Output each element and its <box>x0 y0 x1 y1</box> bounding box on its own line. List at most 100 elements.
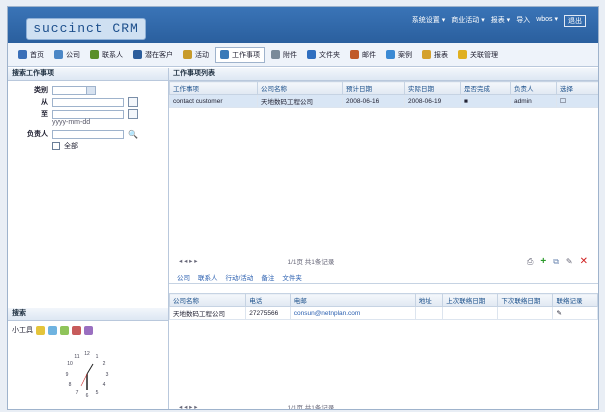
owner-input[interactable] <box>52 129 124 139</box>
column-header[interactable]: 实际日期 <box>404 81 461 95</box>
column-header[interactable]: 预计日期 <box>342 81 405 95</box>
svg-text:5: 5 <box>96 390 99 396</box>
category-label: 类别 <box>34 87 48 94</box>
toolbar-label: 潜在客户 <box>145 51 173 59</box>
toolbar-label: 文件夹 <box>319 51 340 59</box>
detail-tab[interactable]: 文件夹 <box>282 272 302 282</box>
app-logo: succinct CRM <box>26 18 146 40</box>
category-select[interactable] <box>52 85 96 95</box>
column-header[interactable]: 工作事项 <box>169 81 258 95</box>
main-panel: 工作事项列表 工作事项 公司名称 预计日期 实际日期 是否完成 负责人 选择 contact… <box>168 68 598 409</box>
detail-tab[interactable]: 备注 <box>261 272 274 282</box>
contacts-icon <box>90 50 99 59</box>
from-label: 从 <box>41 99 48 106</box>
email-icon <box>350 50 359 59</box>
svg-text:1: 1 <box>96 354 99 360</box>
calendar-tool-icon[interactable] <box>48 325 57 335</box>
column-header[interactable]: 公司名称 <box>168 293 247 307</box>
toolbar-opportunity-button[interactable]: 活动 <box>179 48 213 62</box>
svg-text:6: 6 <box>86 393 89 399</box>
world-tool-icon[interactable] <box>84 325 93 335</box>
detail-tab[interactable]: 联系人 <box>198 272 218 282</box>
edit-icon[interactable]: ✎ <box>566 257 573 266</box>
column-header[interactable]: 负责人 <box>510 81 557 95</box>
toolbar-notes-button[interactable]: 附件 <box>267 48 301 62</box>
add-icon[interactable]: + <box>540 256 546 267</box>
all-checkbox[interactable] <box>52 142 60 150</box>
company-icon <box>54 50 63 59</box>
table-cell: 2008-06-19 <box>404 94 461 108</box>
table-cell <box>497 306 554 320</box>
toolbar-documents-button[interactable]: 文件夹 <box>303 48 344 62</box>
copy-icon[interactable]: ⧉ <box>553 257 559 267</box>
svg-text:2: 2 <box>103 361 106 367</box>
toolbar-home-button[interactable]: 首页 <box>14 48 48 62</box>
table-cell: consun@netnplan.com <box>289 306 416 320</box>
table-cell: 27275566 <box>245 306 291 320</box>
toolbar-cases-button[interactable]: 案例 <box>382 48 416 62</box>
toolbar-label: 附件 <box>283 51 297 59</box>
clock-tool-icon[interactable] <box>72 325 81 335</box>
table-row[interactable]: contact customer 天地数码工程公司 2008-06-16 2008-0… <box>169 94 598 108</box>
toolbar-label: 公司 <box>66 51 80 59</box>
leads-icon <box>133 50 142 59</box>
calendar-icon[interactable] <box>128 109 138 119</box>
column-header[interactable]: 公司名称 <box>257 81 343 95</box>
notes-tool-icon[interactable] <box>60 325 69 335</box>
from-date-input[interactable] <box>52 97 124 107</box>
task-pager-nav[interactable]: ◂ ◂ ▸ ▸ <box>179 257 197 265</box>
table-cell: ✎ <box>552 306 598 320</box>
related-pager-nav[interactable]: ◂ ◂ ▸ ▸ <box>179 403 197 409</box>
toolbar-admin-button[interactable]: 关联管理 <box>454 48 502 62</box>
left-panel: 搜索工作事项 类别 从 至 yyyy-mm-dd 负责人 🔍 全部 搜索 小工具… <box>8 68 169 409</box>
topnav-reports[interactable]: 报表 ▾ <box>491 15 510 27</box>
to-date-input[interactable] <box>52 109 124 119</box>
search-icon[interactable]: 🔍 <box>128 130 138 139</box>
toolbar-company-button[interactable]: 公司 <box>50 48 84 62</box>
detail-tabs: 公司 联系人 行动/活动 备注 文件夹 <box>169 271 598 284</box>
detail-tab[interactable]: 公司 <box>177 272 190 282</box>
column-header[interactable]: 上次联络日期 <box>442 293 499 307</box>
logout-button[interactable]: 退出 <box>564 15 586 27</box>
table-cell: ■ <box>460 94 511 108</box>
toolbar-email-button[interactable]: 邮件 <box>346 48 380 62</box>
table-row[interactable]: 天地数码工程公司 27275566 consun@netnplan.com ✎ <box>168 306 598 320</box>
task-pager: ◂ ◂ ▸ ▸ 1/1页 共1条记录 ⎙ + ⧉ ✎ ✕ <box>169 255 598 267</box>
toolbar-tasks-button[interactable]: 工作事项 <box>215 46 265 63</box>
date-format-hint: yyyy-mm-dd <box>52 119 91 126</box>
tools-title: 搜索 <box>8 308 168 321</box>
calculator-icon[interactable] <box>36 325 45 335</box>
topnav-activities[interactable]: 商业活动 ▾ <box>451 15 484 27</box>
related-pager: ◂ ◂ ▸ ▸ 1/1页 共1条记录 <box>169 401 598 409</box>
toolbar-label: 报表 <box>434 51 448 59</box>
topnav-user[interactable]: wbos ▾ <box>536 15 558 27</box>
toolbar-contacts-button[interactable]: 联系人 <box>86 48 127 62</box>
column-header[interactable]: 电邮 <box>289 293 416 307</box>
tools-section: 搜索 小工具 <box>8 308 168 339</box>
delete-icon[interactable]: ✕ <box>580 256 588 267</box>
detail-tab[interactable]: 行动/活动 <box>226 272 254 282</box>
column-header[interactable]: 是否完成 <box>460 81 511 95</box>
toolbar-leads-button[interactable]: 潜在客户 <box>129 48 177 62</box>
column-header[interactable]: 选择 <box>556 81 598 95</box>
to-label: 至 <box>41 111 48 118</box>
svg-text:4: 4 <box>103 382 106 388</box>
svg-text:8: 8 <box>69 382 72 388</box>
topnav-settings[interactable]: 系统设置 ▾ <box>412 15 445 27</box>
svg-text:11: 11 <box>74 354 79 360</box>
column-header[interactable]: 下次联络日期 <box>497 293 554 307</box>
toolbar-reports-button[interactable]: 报表 <box>418 48 452 62</box>
crm-window: succinct CRM 系统设置 ▾ 商业活动 ▾ 报表 ▾ 导入 wbos … <box>7 6 599 410</box>
column-header[interactable]: 电话 <box>245 293 291 307</box>
tools-label: 小工具 <box>12 327 33 334</box>
calendar-icon[interactable] <box>128 97 138 107</box>
owner-label: 负责人 <box>27 131 48 138</box>
print-icon[interactable]: ⎙ <box>527 257 533 267</box>
column-header[interactable]: 联络记录 <box>552 293 598 307</box>
tools-bar: 小工具 <box>8 321 168 339</box>
table-cell: ☐ <box>556 94 598 108</box>
topnav-import[interactable]: 导入 <box>516 15 530 27</box>
svg-text:7: 7 <box>76 390 79 396</box>
column-header[interactable]: 地址 <box>414 293 444 307</box>
cases-icon <box>386 50 395 59</box>
